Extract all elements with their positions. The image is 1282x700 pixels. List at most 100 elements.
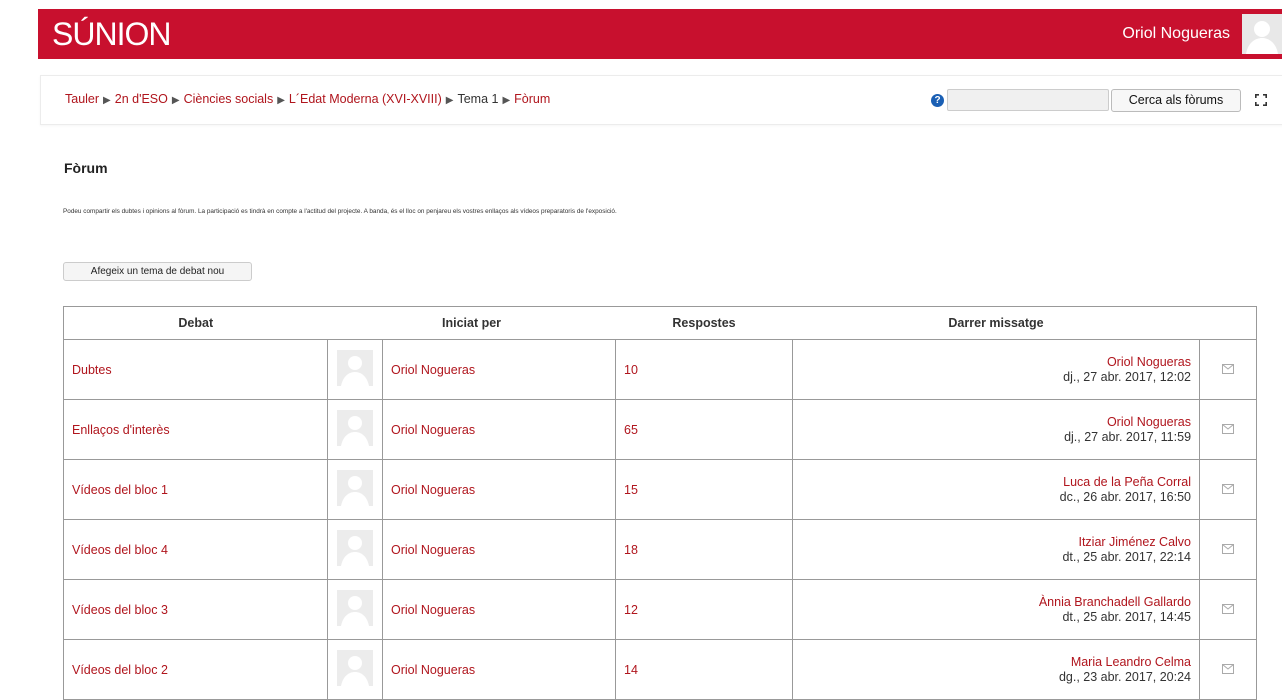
last-post-date-link[interactable]: dt., 25 abr. 2017, 14:45	[801, 610, 1191, 625]
last-post-date-link[interactable]: dt., 25 abr. 2017, 22:14	[801, 550, 1191, 565]
last-post-date-link[interactable]: dc., 26 abr. 2017, 16:50	[801, 490, 1191, 505]
replies-cell: 15	[615, 459, 794, 520]
debat-cell: Vídeos del bloc 2	[63, 639, 328, 700]
replies-link[interactable]: 10	[624, 363, 638, 377]
last-post-author-link[interactable]: Ànnia Branchadell Gallardo	[801, 595, 1191, 610]
breadcrumb-item[interactable]: 2n d'ESO	[115, 92, 168, 106]
author-link[interactable]: Oriol Nogueras	[391, 483, 475, 497]
last-post-author-link[interactable]: Oriol Nogueras	[801, 355, 1191, 370]
column-header-started-by[interactable]: Iniciat per	[327, 306, 616, 340]
replies-link[interactable]: 65	[624, 423, 638, 437]
table-row: Vídeos del bloc 4 Oriol Nogueras 18 Itzi…	[63, 519, 1258, 580]
discussion-link[interactable]: Vídeos del bloc 2	[72, 663, 168, 677]
last-post-date-link[interactable]: dj., 27 abr. 2017, 11:59	[801, 430, 1191, 445]
debat-cell: Dubtes	[63, 339, 328, 400]
replies-link[interactable]: 18	[624, 543, 638, 557]
author-link[interactable]: Oriol Nogueras	[391, 663, 475, 677]
started-by-cell: Oriol Nogueras	[381, 339, 617, 400]
replies-cell: 12	[615, 579, 794, 640]
help-icon[interactable]: ?	[931, 94, 944, 107]
last-post-cell: Ànnia Branchadell Gallardo dt., 25 abr. 2…	[792, 579, 1201, 640]
subscribe-cell	[1199, 339, 1258, 400]
add-discussion-button[interactable]: Afegeix un tema de debat nou	[63, 262, 252, 281]
mail-icon[interactable]	[1222, 363, 1235, 374]
last-post-cell: Oriol Nogueras dj., 27 abr. 2017, 11:59	[792, 399, 1201, 460]
last-post-author-link[interactable]: Luca de la Peña Corral	[801, 475, 1191, 490]
replies-cell: 18	[615, 519, 794, 580]
breadcrumb-separator-icon: ▶	[445, 95, 454, 106]
last-post-cell: Oriol Nogueras dj., 27 abr. 2017, 12:02	[792, 339, 1201, 400]
forum-search-input[interactable]	[947, 89, 1109, 111]
table-row: Dubtes Oriol Nogueras 10 Oriol Nogueras d…	[63, 339, 1258, 400]
last-post-cell: Maria Leandro Celma dg., 23 abr. 2017, 20…	[792, 639, 1201, 700]
author-link[interactable]: Oriol Nogueras	[391, 603, 475, 617]
discussion-link[interactable]: Vídeos del bloc 4	[72, 543, 168, 557]
subscribe-cell	[1199, 579, 1258, 640]
user-avatar-icon[interactable]	[337, 350, 373, 386]
column-header-debat[interactable]: Debat	[63, 306, 328, 340]
user-avatar-icon[interactable]	[337, 590, 373, 626]
column-header-subscribe	[1199, 306, 1258, 340]
breadcrumb-item[interactable]: L´Edat Moderna (XVI-XVIII)	[289, 92, 442, 106]
started-by-cell: Oriol Nogueras	[381, 579, 617, 640]
user-avatar-icon[interactable]	[337, 650, 373, 686]
started-by-cell: Oriol Nogueras	[381, 639, 617, 700]
breadcrumb-item[interactable]: Tauler	[65, 92, 99, 106]
breadcrumb-item-current[interactable]: Fòrum	[514, 92, 550, 106]
mail-icon[interactable]	[1222, 603, 1235, 614]
user-avatar-icon[interactable]	[337, 410, 373, 446]
mail-icon[interactable]	[1222, 543, 1235, 554]
author-picture-cell	[327, 639, 383, 700]
author-link[interactable]: Oriol Nogueras	[391, 543, 475, 557]
discussion-link[interactable]: Dubtes	[72, 363, 112, 377]
breadcrumb-separator-icon: ▶	[171, 95, 180, 106]
author-picture-cell	[327, 579, 383, 640]
breadcrumb-item[interactable]: Ciències socials	[184, 92, 274, 106]
last-post-date-link[interactable]: dj., 27 abr. 2017, 12:02	[801, 370, 1191, 385]
column-header-last-post[interactable]: Darrer missatge	[792, 306, 1200, 340]
replies-cell: 10	[615, 339, 794, 400]
breadcrumb-bar: Tauler ▶ 2n d'ESO ▶ Ciències socials ▶ L´Edat …	[40, 75, 1282, 125]
discussion-table: Debat Iniciat per Respostes Darrer missa…	[63, 306, 1258, 700]
started-by-cell: Oriol Nogueras	[381, 519, 617, 580]
mail-icon[interactable]	[1222, 423, 1235, 434]
page-title: Fòrum	[64, 160, 108, 176]
forum-intro-text: Podeu compartir els dubtes i opinions al…	[63, 208, 617, 215]
user-avatar-icon[interactable]	[337, 530, 373, 566]
author-picture-cell	[327, 519, 383, 580]
replies-cell: 65	[615, 399, 794, 460]
last-post-cell: Luca de la Peña Corral dc., 26 abr. 2017,…	[792, 459, 1201, 520]
replies-link[interactable]: 12	[624, 603, 638, 617]
subscribe-cell	[1199, 459, 1258, 520]
author-picture-cell	[327, 339, 383, 400]
last-post-author-link[interactable]: Itziar Jiménez Calvo	[801, 535, 1191, 550]
replies-link[interactable]: 15	[624, 483, 638, 497]
breadcrumb-item: Tema 1	[457, 92, 499, 106]
forum-search-button[interactable]: Cerca als fòrums	[1111, 89, 1241, 112]
discussion-link[interactable]: Enllaços d'interès	[72, 423, 170, 437]
last-post-author-link[interactable]: Oriol Nogueras	[801, 415, 1191, 430]
user-avatar-icon[interactable]	[1242, 14, 1282, 54]
author-link[interactable]: Oriol Nogueras	[391, 363, 475, 377]
table-header-row: Debat Iniciat per Respostes Darrer missa…	[63, 306, 1258, 340]
mail-icon[interactable]	[1222, 483, 1235, 494]
author-link[interactable]: Oriol Nogueras	[391, 423, 475, 437]
discussion-link[interactable]: Vídeos del bloc 3	[72, 603, 168, 617]
subscribe-cell	[1199, 399, 1258, 460]
mail-icon[interactable]	[1222, 663, 1235, 674]
discussion-link[interactable]: Vídeos del bloc 1	[72, 483, 168, 497]
user-avatar-icon[interactable]	[337, 470, 373, 506]
site-logo[interactable]: SÚNION	[52, 16, 171, 52]
last-post-author-link[interactable]: Maria Leandro Celma	[801, 655, 1191, 670]
replies-cell: 14	[615, 639, 794, 700]
user-menu-name[interactable]: Oriol Nogueras	[1122, 25, 1230, 43]
table-row: Vídeos del bloc 3 Oriol Nogueras 12 Ànni…	[63, 579, 1258, 640]
debat-cell: Vídeos del bloc 3	[63, 579, 328, 640]
table-row: Vídeos del bloc 2 Oriol Nogueras 14 Mari…	[63, 639, 1258, 700]
column-header-replies[interactable]: Respostes	[615, 306, 793, 340]
last-post-date-link[interactable]: dg., 23 abr. 2017, 20:24	[801, 670, 1191, 685]
replies-link[interactable]: 14	[624, 663, 638, 677]
expand-icon[interactable]	[1254, 93, 1268, 107]
last-post-cell: Itziar Jiménez Calvo dt., 25 abr. 2017, 2…	[792, 519, 1201, 580]
breadcrumb-separator-icon: ▶	[502, 95, 511, 106]
